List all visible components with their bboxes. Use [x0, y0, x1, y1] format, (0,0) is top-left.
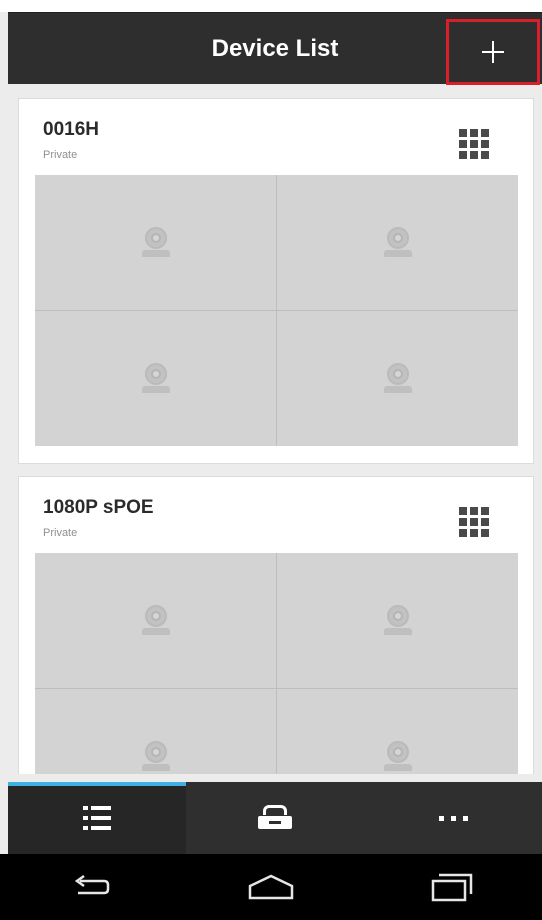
device-name: 1080P sPOE [43, 497, 154, 518]
camera-icon [383, 740, 412, 773]
camera-slot[interactable] [35, 553, 276, 688]
camera-icon [383, 604, 412, 637]
grid-icon [459, 129, 491, 159]
plus-icon [482, 41, 504, 63]
device-menu-button[interactable] [459, 507, 491, 537]
device-name: 0016H [43, 119, 99, 140]
camera-slot[interactable] [35, 689, 276, 774]
device-type: Private [43, 149, 78, 161]
camera-slot[interactable] [277, 689, 518, 774]
camera-grid [35, 175, 518, 446]
home-icon [248, 874, 294, 900]
tab-more[interactable] [364, 782, 542, 854]
device-card[interactable]: 1080P sPOE Private [18, 476, 534, 774]
camera-icon [141, 740, 170, 773]
camera-icon [383, 362, 412, 395]
app-header: Device List [8, 12, 542, 85]
camera-slot[interactable] [35, 311, 276, 446]
camera-grid [35, 553, 518, 774]
recent-apps-icon [431, 873, 472, 902]
recent-apps-button[interactable] [361, 854, 542, 920]
list-icon [83, 805, 111, 831]
tab-device-list[interactable] [8, 782, 186, 854]
device-card[interactable]: 0016H Private [18, 98, 534, 464]
camera-icon [141, 604, 170, 637]
drawer-icon [258, 805, 292, 831]
system-nav-bar [0, 854, 542, 920]
device-type: Private [43, 527, 78, 539]
device-list[interactable]: 0016H Private 1080P sPOE Private [18, 98, 534, 774]
home-button[interactable] [181, 854, 362, 920]
add-device-button[interactable] [446, 19, 540, 85]
more-dots-icon [438, 815, 468, 821]
camera-icon [141, 362, 170, 395]
camera-slot[interactable] [35, 175, 276, 310]
status-bar [0, 0, 542, 12]
back-icon [75, 875, 110, 895]
camera-slot[interactable] [277, 553, 518, 688]
camera-slot[interactable] [277, 311, 518, 446]
camera-icon [383, 226, 412, 259]
camera-slot[interactable] [277, 175, 518, 310]
grid-icon [459, 507, 491, 537]
bottom-tab-bar [8, 782, 542, 854]
camera-icon [141, 226, 170, 259]
tab-storage[interactable] [186, 782, 364, 854]
device-menu-button[interactable] [459, 129, 491, 159]
back-button[interactable] [0, 854, 181, 920]
